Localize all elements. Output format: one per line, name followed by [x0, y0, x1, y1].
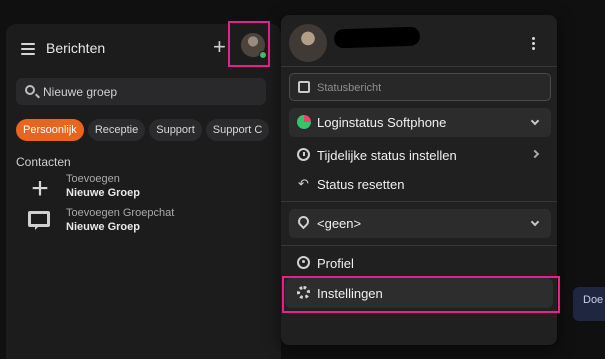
location-label: <geen>: [317, 216, 362, 231]
login-status-select[interactable]: Loginstatus Softphone: [289, 108, 551, 137]
profile-avatar: [289, 24, 327, 62]
menu-icon[interactable]: [21, 43, 35, 55]
search-placeholder: Nieuwe groep: [43, 85, 118, 99]
plus-icon: +: [31, 172, 49, 205]
redacted-name: [333, 26, 421, 49]
location-select[interactable]: <geen>: [289, 209, 551, 238]
chat-icon: [28, 211, 50, 230]
profile-label: Profiel: [317, 256, 354, 271]
profile-icon: [297, 256, 310, 269]
status-placeholder: Statusbericht: [317, 82, 382, 94]
chip-support-c[interactable]: Support C: [205, 119, 270, 141]
contact-add-groupchat[interactable]: Toevoegen Groepchat Nieuwe Groep: [26, 207, 226, 239]
chevron-right-icon: [530, 149, 540, 159]
menu-item-reset-status[interactable]: ↶ Status resetten: [289, 171, 551, 197]
chip-persoonlijk[interactable]: Persoonlijk: [16, 119, 84, 141]
panel-title: Berichten: [46, 40, 106, 56]
highlight-settings: [282, 276, 560, 313]
contact-line2: Nieuwe Groep: [66, 221, 140, 233]
group-chips: Persoonlijk Receptie Support Support C: [16, 119, 280, 141]
contact-line1: Toevoegen: [66, 173, 120, 185]
menu-item-profile[interactable]: Profiel: [289, 250, 551, 276]
add-icon[interactable]: +: [213, 36, 226, 58]
chevron-down-icon: [530, 116, 540, 126]
chevron-down-icon: [530, 217, 540, 227]
divider: [281, 245, 557, 246]
search-input[interactable]: Nieuwe groep: [16, 78, 266, 105]
more-options-icon[interactable]: [532, 37, 536, 52]
login-status-label: Loginstatus Softphone: [317, 115, 447, 130]
temp-status-label: Tijdelijke status instellen: [317, 148, 457, 163]
location-pin-icon: [295, 213, 312, 230]
search-icon: [25, 85, 35, 95]
edit-icon: [298, 81, 310, 93]
message-bubble: Doe: [573, 287, 605, 321]
status-message-input[interactable]: Statusbericht: [289, 73, 551, 101]
chip-receptie[interactable]: Receptie: [87, 119, 146, 141]
clock-icon: [297, 148, 310, 161]
status-ring-icon: [297, 115, 311, 129]
undo-icon: ↶: [298, 176, 309, 191]
chat-panel: Berichten + Nieuwe groep Persoonlijk Rece…: [6, 24, 281, 359]
highlight-avatar: [228, 21, 270, 67]
contact-line2: Nieuwe Groep: [66, 187, 140, 199]
chip-support[interactable]: Support: [149, 119, 202, 141]
divider: [281, 201, 557, 202]
section-label-contacts: Contacten: [16, 155, 71, 169]
contact-line1: Toevoegen Groepchat: [66, 207, 175, 219]
contact-add-group[interactable]: + Toevoegen Nieuwe Groep: [26, 173, 226, 205]
menu-item-temp-status[interactable]: Tijdelijke status instellen: [289, 142, 551, 168]
divider: [281, 66, 557, 67]
reset-status-label: Status resetten: [317, 177, 405, 192]
